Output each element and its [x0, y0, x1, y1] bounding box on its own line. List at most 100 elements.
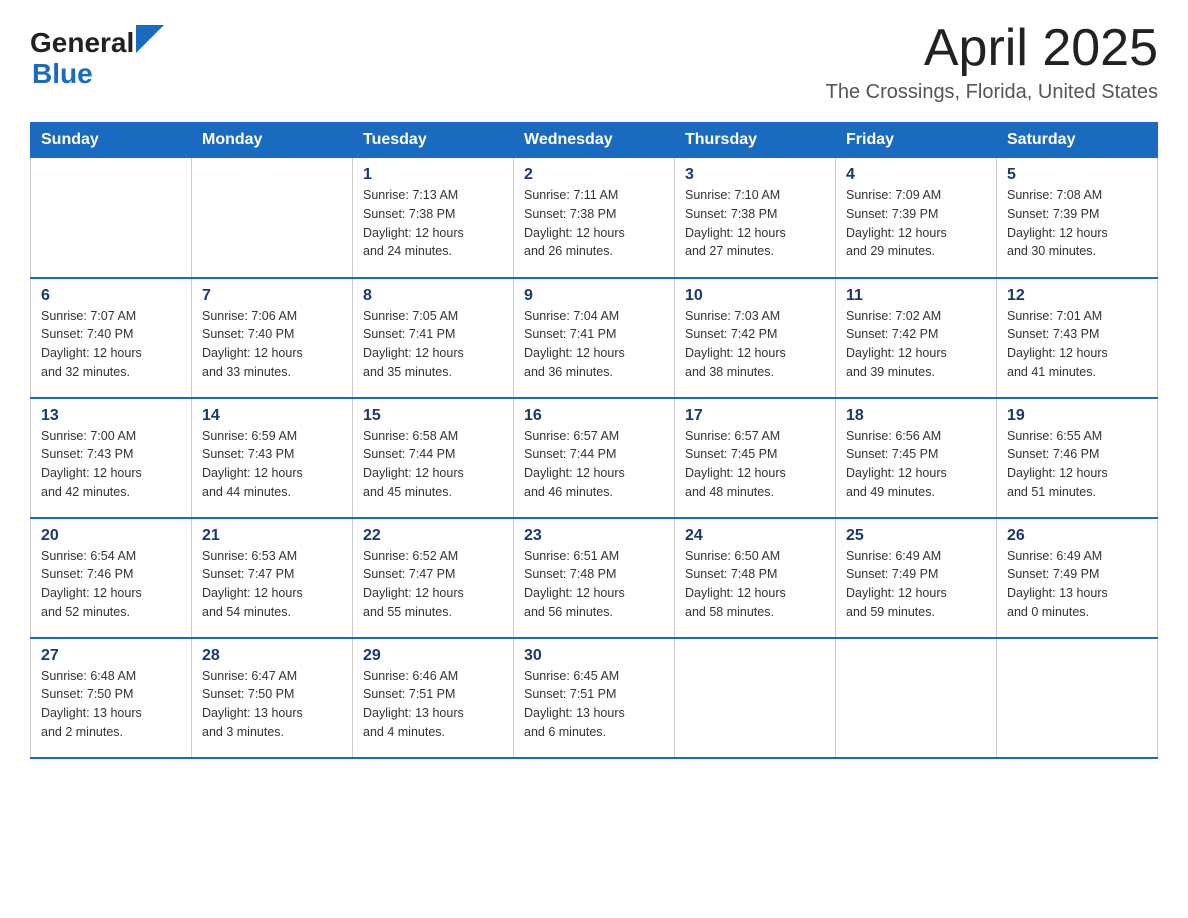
day-number: 12 — [1007, 287, 1147, 305]
day-info: Sunrise: 6:56 AM Sunset: 7:45 PM Dayligh… — [846, 427, 986, 502]
day-info: Sunrise: 6:51 AM Sunset: 7:48 PM Dayligh… — [524, 547, 664, 622]
weekday-header-row: SundayMondayTuesdayWednesdayThursdayFrid… — [31, 123, 1158, 158]
day-number: 15 — [363, 407, 503, 425]
calendar-cell: 19 Sunrise: 6:55 AM Sunset: 7:46 PM Dayli… — [997, 398, 1158, 518]
day-info: Sunrise: 7:03 AM Sunset: 7:42 PM Dayligh… — [685, 307, 825, 382]
calendar-cell: 2Sunrise: 7:11 AM Sunset: 7:38 PM Daylig… — [514, 158, 675, 278]
day-info: Sunrise: 7:02 AM Sunset: 7:42 PM Dayligh… — [846, 307, 986, 382]
calendar-cell: 21 Sunrise: 6:53 AM Sunset: 7:47 PM Dayli… — [192, 518, 353, 638]
calendar-cell: 26 Sunrise: 6:49 AM Sunset: 7:49 PM Dayli… — [997, 518, 1158, 638]
header: General Blue April 2025 The Crossings, F… — [30, 20, 1158, 104]
day-info: Sunrise: 6:46 AM Sunset: 7:51 PM Dayligh… — [363, 667, 503, 742]
day-number: 25 — [846, 527, 986, 545]
day-number: 17 — [685, 407, 825, 425]
day-info: Sunrise: 7:00 AM Sunset: 7:43 PM Dayligh… — [41, 427, 181, 502]
weekday-header-sunday: Sunday — [31, 123, 192, 158]
calendar-cell: 10 Sunrise: 7:03 AM Sunset: 7:42 PM Dayli… — [675, 278, 836, 398]
calendar-cell — [675, 638, 836, 758]
calendar-cell: 22Sunrise: 6:52 AM Sunset: 7:47 PM Dayli… — [353, 518, 514, 638]
calendar-cell: 6 Sunrise: 7:07 AM Sunset: 7:40 PM Daylig… — [31, 278, 192, 398]
weekday-header-tuesday: Tuesday — [353, 123, 514, 158]
day-number: 28 — [202, 647, 342, 665]
day-number: 1 — [363, 166, 503, 184]
day-info: Sunrise: 7:11 AM Sunset: 7:38 PM Dayligh… — [524, 186, 664, 261]
day-info: Sunrise: 6:57 AM Sunset: 7:44 PM Dayligh… — [524, 427, 664, 502]
calendar-cell: 25 Sunrise: 6:49 AM Sunset: 7:49 PM Dayli… — [836, 518, 997, 638]
logo-general-text: General — [30, 28, 134, 59]
day-info: Sunrise: 7:06 AM Sunset: 7:40 PM Dayligh… — [202, 307, 342, 382]
day-number: 3 — [685, 166, 825, 184]
weekday-header-friday: Friday — [836, 123, 997, 158]
calendar-cell: 14 Sunrise: 6:59 AM Sunset: 7:43 PM Dayli… — [192, 398, 353, 518]
calendar-cell: 24 Sunrise: 6:50 AM Sunset: 7:48 PM Dayli… — [675, 518, 836, 638]
weekday-header-monday: Monday — [192, 123, 353, 158]
calendar-cell: 27Sunrise: 6:48 AM Sunset: 7:50 PM Dayli… — [31, 638, 192, 758]
day-number: 8 — [363, 287, 503, 305]
day-info: Sunrise: 6:45 AM Sunset: 7:51 PM Dayligh… — [524, 667, 664, 742]
day-number: 4 — [846, 166, 986, 184]
day-info: Sunrise: 7:10 AM Sunset: 7:38 PM Dayligh… — [685, 186, 825, 261]
day-number: 27 — [41, 647, 181, 665]
calendar-title: April 2025 — [826, 20, 1158, 77]
calendar-cell: 1 Sunrise: 7:13 AM Sunset: 7:38 PM Daylig… — [353, 158, 514, 278]
calendar-cell: 3 Sunrise: 7:10 AM Sunset: 7:38 PM Daylig… — [675, 158, 836, 278]
day-info: Sunrise: 7:05 AM Sunset: 7:41 PM Dayligh… — [363, 307, 503, 382]
day-info: Sunrise: 6:49 AM Sunset: 7:49 PM Dayligh… — [1007, 547, 1147, 622]
day-number: 21 — [202, 527, 342, 545]
day-number: 11 — [846, 287, 986, 305]
logo-triangle-icon — [136, 25, 164, 53]
day-number: 14 — [202, 407, 342, 425]
day-info: Sunrise: 7:04 AM Sunset: 7:41 PM Dayligh… — [524, 307, 664, 382]
calendar-cell: 17 Sunrise: 6:57 AM Sunset: 7:45 PM Dayli… — [675, 398, 836, 518]
day-number: 19 — [1007, 407, 1147, 425]
day-info: Sunrise: 7:13 AM Sunset: 7:38 PM Dayligh… — [363, 186, 503, 261]
calendar-week-row: 20Sunrise: 6:54 AM Sunset: 7:46 PM Dayli… — [31, 518, 1158, 638]
day-number: 30 — [524, 647, 664, 665]
calendar-table: SundayMondayTuesdayWednesdayThursdayFrid… — [30, 122, 1158, 759]
calendar-week-row: 1 Sunrise: 7:13 AM Sunset: 7:38 PM Daylig… — [31, 158, 1158, 278]
calendar-cell: 28 Sunrise: 6:47 AM Sunset: 7:50 PM Dayli… — [192, 638, 353, 758]
day-info: Sunrise: 6:57 AM Sunset: 7:45 PM Dayligh… — [685, 427, 825, 502]
calendar-week-row: 27Sunrise: 6:48 AM Sunset: 7:50 PM Dayli… — [31, 638, 1158, 758]
day-info: Sunrise: 6:53 AM Sunset: 7:47 PM Dayligh… — [202, 547, 342, 622]
calendar-cell: 9Sunrise: 7:04 AM Sunset: 7:41 PM Daylig… — [514, 278, 675, 398]
calendar-cell: 15 Sunrise: 6:58 AM Sunset: 7:44 PM Dayli… — [353, 398, 514, 518]
day-info: Sunrise: 6:55 AM Sunset: 7:46 PM Dayligh… — [1007, 427, 1147, 502]
day-info: Sunrise: 6:50 AM Sunset: 7:48 PM Dayligh… — [685, 547, 825, 622]
day-number: 29 — [363, 647, 503, 665]
day-info: Sunrise: 6:49 AM Sunset: 7:49 PM Dayligh… — [846, 547, 986, 622]
day-number: 6 — [41, 287, 181, 305]
calendar-cell — [192, 158, 353, 278]
weekday-header-thursday: Thursday — [675, 123, 836, 158]
calendar-cell: 18 Sunrise: 6:56 AM Sunset: 7:45 PM Dayli… — [836, 398, 997, 518]
calendar-cell: 12 Sunrise: 7:01 AM Sunset: 7:43 PM Dayli… — [997, 278, 1158, 398]
day-info: Sunrise: 6:59 AM Sunset: 7:43 PM Dayligh… — [202, 427, 342, 502]
calendar-cell: 16Sunrise: 6:57 AM Sunset: 7:44 PM Dayli… — [514, 398, 675, 518]
calendar-subtitle: The Crossings, Florida, United States — [826, 81, 1158, 104]
logo: General Blue — [30, 28, 164, 90]
day-number: 10 — [685, 287, 825, 305]
day-info: Sunrise: 6:47 AM Sunset: 7:50 PM Dayligh… — [202, 667, 342, 742]
calendar-cell: 11 Sunrise: 7:02 AM Sunset: 7:42 PM Dayli… — [836, 278, 997, 398]
weekday-header-saturday: Saturday — [997, 123, 1158, 158]
day-info: Sunrise: 7:09 AM Sunset: 7:39 PM Dayligh… — [846, 186, 986, 261]
day-info: Sunrise: 7:01 AM Sunset: 7:43 PM Dayligh… — [1007, 307, 1147, 382]
calendar-cell: 29 Sunrise: 6:46 AM Sunset: 7:51 PM Dayli… — [353, 638, 514, 758]
calendar-cell: 7Sunrise: 7:06 AM Sunset: 7:40 PM Daylig… — [192, 278, 353, 398]
day-info: Sunrise: 7:08 AM Sunset: 7:39 PM Dayligh… — [1007, 186, 1147, 261]
day-number: 18 — [846, 407, 986, 425]
calendar-week-row: 6 Sunrise: 7:07 AM Sunset: 7:40 PM Daylig… — [31, 278, 1158, 398]
day-number: 26 — [1007, 527, 1147, 545]
day-number: 24 — [685, 527, 825, 545]
day-info: Sunrise: 6:58 AM Sunset: 7:44 PM Dayligh… — [363, 427, 503, 502]
calendar-cell: 5Sunrise: 7:08 AM Sunset: 7:39 PM Daylig… — [997, 158, 1158, 278]
calendar-cell: 23Sunrise: 6:51 AM Sunset: 7:48 PM Dayli… — [514, 518, 675, 638]
calendar-cell: 4 Sunrise: 7:09 AM Sunset: 7:39 PM Daylig… — [836, 158, 997, 278]
day-number: 20 — [41, 527, 181, 545]
day-number: 13 — [41, 407, 181, 425]
calendar-cell — [836, 638, 997, 758]
day-info: Sunrise: 7:07 AM Sunset: 7:40 PM Dayligh… — [41, 307, 181, 382]
calendar-cell — [31, 158, 192, 278]
calendar-cell: 13 Sunrise: 7:00 AM Sunset: 7:43 PM Dayli… — [31, 398, 192, 518]
weekday-header-wednesday: Wednesday — [514, 123, 675, 158]
